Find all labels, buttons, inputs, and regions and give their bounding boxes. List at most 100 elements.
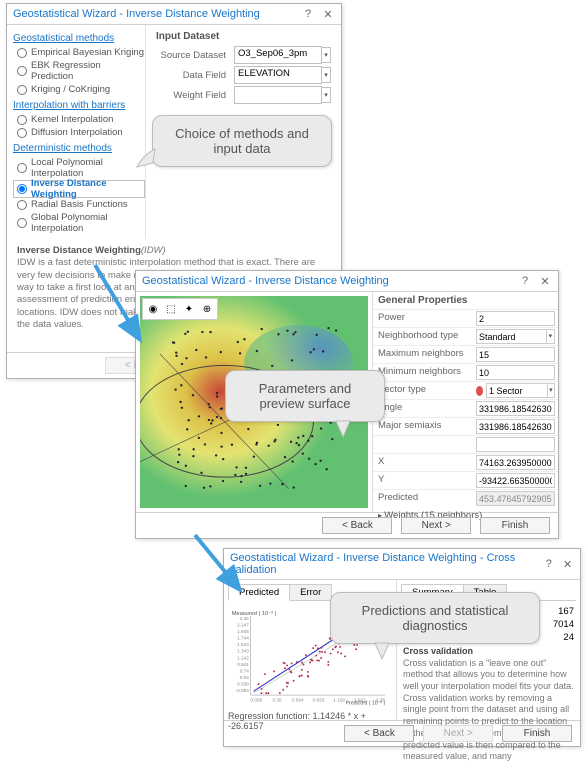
prop-value[interactable] bbox=[476, 419, 555, 434]
back-button[interactable]: < Back bbox=[322, 517, 392, 534]
svg-text:0.54: 0.54 bbox=[240, 675, 250, 680]
finish-button[interactable]: Finish bbox=[502, 725, 572, 742]
next-button[interactable]: Next > bbox=[401, 517, 471, 534]
svg-text:1.192: 1.192 bbox=[333, 698, 345, 703]
svg-text:Measured ( 10⁻² ): Measured ( 10⁻² ) bbox=[232, 611, 277, 617]
svg-text:0.339: 0.339 bbox=[237, 682, 249, 687]
close-icon[interactable]: ✕ bbox=[561, 557, 574, 571]
radio[interactable] bbox=[17, 66, 27, 76]
tool-2[interactable]: ⬚ bbox=[162, 300, 180, 318]
section-barriers: Interpolation with barriers bbox=[13, 100, 145, 111]
wizard-step3: Geostatistical Wizard - Inverse Distance… bbox=[223, 548, 581, 747]
radio[interactable] bbox=[17, 200, 27, 210]
properties-header: General Properties bbox=[373, 292, 558, 309]
properties-panel: General Properties PowerNeighborhood typ… bbox=[372, 292, 558, 512]
prop-key: X bbox=[373, 454, 473, 471]
prop-value[interactable] bbox=[476, 401, 555, 416]
tab-error[interactable]: Error bbox=[289, 584, 332, 600]
field-value[interactable]: O3_Sep06_3pm bbox=[234, 46, 322, 64]
map-toolbar: ◉ ⬚ ✦ ⊕ bbox=[142, 298, 218, 320]
title-text: Geostatistical Wizard - Inverse Distance… bbox=[13, 8, 260, 20]
method-option[interactable]: Local Polynomial Interpolation bbox=[13, 156, 145, 180]
help-icon[interactable]: ? bbox=[518, 274, 532, 288]
next-button: Next > bbox=[423, 725, 493, 742]
svg-text:0.594: 0.594 bbox=[292, 698, 304, 703]
svg-text:1.543: 1.543 bbox=[237, 642, 249, 647]
titlebar: Geostatistical Wizard - Inverse Distance… bbox=[224, 549, 580, 580]
help-icon[interactable]: ? bbox=[542, 557, 555, 571]
prop-value[interactable] bbox=[476, 347, 555, 362]
radio[interactable] bbox=[17, 48, 27, 58]
method-option[interactable]: Diffusion Interpolation bbox=[13, 126, 145, 139]
dropdown-icon[interactable]: ▾ bbox=[322, 67, 331, 83]
svg-text:Predicted ( 10⁻² ): Predicted ( 10⁻² ) bbox=[346, 700, 386, 706]
method-option[interactable]: Kernel Interpolation bbox=[13, 113, 145, 126]
dropdown-icon[interactable]: ▾ bbox=[322, 87, 331, 103]
prop-value[interactable] bbox=[486, 383, 548, 398]
field-label: Weight Field bbox=[156, 90, 234, 101]
prop-value[interactable] bbox=[476, 491, 555, 506]
method-option[interactable]: Kriging / CoKriging bbox=[13, 83, 145, 96]
prop-value[interactable] bbox=[476, 329, 547, 344]
dropdown-icon[interactable]: ▾ bbox=[322, 47, 331, 63]
title-text: Geostatistical Wizard - Inverse Distance… bbox=[142, 275, 389, 287]
svg-text:1.945: 1.945 bbox=[237, 629, 249, 634]
close-icon[interactable]: ✕ bbox=[538, 274, 552, 288]
svg-text:0.933: 0.933 bbox=[313, 698, 325, 703]
prop-value[interactable] bbox=[476, 455, 555, 470]
help-icon[interactable]: ? bbox=[301, 7, 315, 21]
prop-key: Minimum neighbors bbox=[373, 364, 473, 381]
back-button[interactable]: < Back bbox=[344, 725, 414, 742]
svg-text:0.056: 0.056 bbox=[250, 698, 262, 703]
dropdown-icon[interactable]: ▾ bbox=[547, 329, 555, 344]
radio[interactable] bbox=[17, 184, 27, 194]
prop-value[interactable] bbox=[476, 365, 555, 380]
method-option[interactable]: Empirical Bayesian Kriging bbox=[13, 46, 145, 59]
svg-text:-0.054: -0.054 bbox=[236, 688, 250, 693]
tool-3[interactable]: ✦ bbox=[180, 300, 198, 318]
prop-value[interactable] bbox=[476, 437, 555, 452]
prop-key: Power bbox=[373, 310, 473, 327]
svg-text:2.247: 2.247 bbox=[237, 622, 249, 627]
prop-key: Major semiaxis bbox=[373, 418, 473, 435]
prop-key: Predicted bbox=[373, 490, 473, 507]
input-dataset-header: Input Dataset bbox=[156, 31, 331, 42]
svg-text:0.35: 0.35 bbox=[272, 698, 282, 703]
svg-text:0.941: 0.941 bbox=[237, 662, 249, 667]
prop-key: Y bbox=[373, 472, 473, 489]
tool-1[interactable]: ◉ bbox=[144, 300, 162, 318]
radio[interactable] bbox=[17, 128, 27, 138]
svg-text:2.35: 2.35 bbox=[240, 616, 250, 621]
method-option[interactable]: Inverse Distance Weighting bbox=[13, 180, 145, 198]
method-option[interactable]: Global Polynomial Interpolation bbox=[13, 211, 145, 235]
radio[interactable] bbox=[17, 85, 27, 95]
radio[interactable] bbox=[17, 115, 27, 125]
prop-key: Neighborhood type bbox=[373, 328, 473, 345]
method-list: Geostatistical methods Empirical Bayesia… bbox=[7, 25, 146, 239]
field-value[interactable] bbox=[234, 86, 322, 104]
dropdown-icon[interactable]: ▾ bbox=[548, 383, 555, 398]
callout-2: Parameters and preview surface bbox=[225, 370, 385, 422]
svg-text:1.142: 1.142 bbox=[237, 655, 249, 660]
section-deterministic: Deterministic methods bbox=[13, 143, 145, 154]
close-icon[interactable]: ✕ bbox=[321, 7, 335, 21]
radio[interactable] bbox=[17, 218, 27, 228]
tool-4[interactable]: ⊕ bbox=[198, 300, 216, 318]
prop-value[interactable] bbox=[476, 311, 555, 326]
field-value[interactable]: ELEVATION bbox=[234, 66, 322, 84]
method-option[interactable]: EBK Regression Prediction bbox=[13, 59, 145, 83]
svg-text:0.74: 0.74 bbox=[240, 668, 250, 673]
cross-validation-text: Cross validation Cross validation is a "… bbox=[401, 644, 576, 765]
field-label: Data Field bbox=[156, 70, 234, 81]
title-text: Geostatistical Wizard - Inverse Distance… bbox=[230, 552, 536, 576]
svg-text:1.343: 1.343 bbox=[237, 649, 249, 654]
prop-key bbox=[373, 436, 473, 453]
finish-button[interactable]: Finish bbox=[480, 517, 550, 534]
svg-text:1.744: 1.744 bbox=[237, 636, 249, 641]
callout-1: Choice of methods and input data bbox=[152, 115, 332, 167]
radio[interactable] bbox=[17, 163, 27, 173]
prop-key: Angle bbox=[373, 400, 473, 417]
prop-key: Maximum neighbors bbox=[373, 346, 473, 363]
method-option[interactable]: Radial Basis Functions bbox=[13, 198, 145, 211]
prop-value[interactable] bbox=[476, 473, 555, 488]
